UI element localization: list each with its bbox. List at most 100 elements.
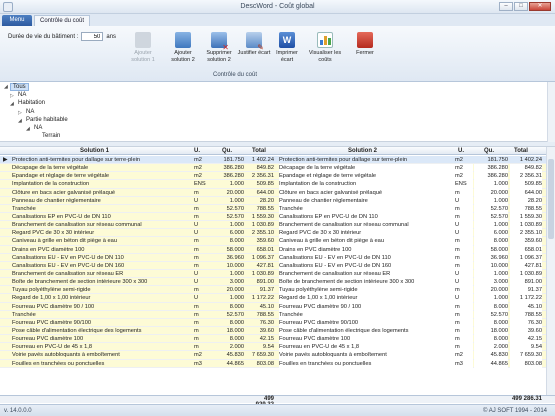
unit-2-cell[interactable]: m: [455, 326, 473, 336]
qty-2-cell[interactable]: 44.865: [474, 359, 508, 368]
solution-1-cell[interactable]: Fourreau en PVC-U de 45 x 1,8: [12, 343, 192, 351]
solution-1-cell[interactable]: Pose câble d'alimentation électrique des…: [12, 327, 192, 335]
total-1-cell[interactable]: 1 402.24: [246, 156, 274, 164]
header-solution-1[interactable]: Solution 1: [80, 148, 109, 154]
qty-2-cell[interactable]: 1.000: [474, 269, 508, 279]
solution-2-cell[interactable]: Fourreau en PVC-U de 45 x 1,8: [279, 343, 455, 352]
solution-1-cell[interactable]: Panneau de chantier réglementaire: [12, 197, 192, 205]
table-row[interactable]: Fourreau en PVC-U de 45 x 1,8 m 2.000 9.54 F…: [0, 343, 555, 352]
qty-2-cell[interactable]: 52.570: [474, 212, 508, 222]
solution-1-cell[interactable]: Implantation de la construction: [12, 180, 192, 188]
total-2-cell[interactable]: 803.08: [510, 359, 542, 368]
qty-1-cell[interactable]: 1.000: [212, 197, 244, 205]
qty-1-cell[interactable]: 18.000: [212, 327, 244, 335]
unit-1-cell[interactable]: U: [194, 197, 210, 205]
unit-2-cell[interactable]: ENS: [455, 180, 473, 189]
qty-1-cell[interactable]: 386.280: [212, 172, 244, 180]
qty-1-cell[interactable]: 3.000: [212, 278, 244, 286]
total-2-cell[interactable]: 788.55: [510, 204, 542, 213]
solution-2-cell[interactable]: Canalisations EU - EV en PVC-U de DN 160: [279, 261, 455, 270]
unit-2-cell[interactable]: m: [455, 253, 473, 262]
collapse-icon[interactable]: ◢: [10, 101, 14, 107]
total-1-cell[interactable]: 359.60: [246, 237, 274, 245]
solution-1-cell[interactable]: Epandage et réglage de terre végétale: [12, 172, 192, 180]
tree-node-habitation[interactable]: Habitation: [18, 100, 45, 106]
total-1-cell[interactable]: 42.15: [246, 335, 274, 343]
unit-2-cell[interactable]: m: [455, 318, 473, 327]
total-1-cell[interactable]: 1 096.37: [246, 254, 274, 262]
qty-2-cell[interactable]: 20.000: [474, 286, 508, 295]
table-row[interactable]: Fourreau PVC diamètre 90/100 m 8.000 76.30 F…: [0, 318, 555, 327]
unit-2-cell[interactable]: m: [455, 343, 473, 352]
unit-2-cell[interactable]: U: [455, 278, 473, 287]
qty-1-cell[interactable]: 20.000: [212, 189, 244, 197]
unit-1-cell[interactable]: m: [194, 303, 210, 311]
unit-2-cell[interactable]: m: [455, 204, 473, 213]
total-2-cell[interactable]: 2 356.31: [510, 172, 542, 181]
total-2-cell[interactable]: 45.10: [510, 302, 542, 311]
total-1-cell[interactable]: 91.37: [246, 286, 274, 294]
total-2-cell[interactable]: 1 402.24: [510, 156, 542, 164]
solution-1-cell[interactable]: Canalisations EU - EV en PVC-U de DN 160: [12, 262, 192, 270]
table-row[interactable]: Décapage de la terre végétale m2 386.280 84…: [0, 164, 555, 173]
total-2-cell[interactable]: 891.00: [510, 278, 542, 287]
qty-2-cell[interactable]: 6.000: [474, 229, 508, 238]
table-row[interactable]: Implantation de la construction ENS 1.000 5…: [0, 180, 555, 189]
unit-2-cell[interactable]: m2: [455, 156, 473, 164]
table-row[interactable]: Caniveau à grille en béton dit piège à e…: [0, 237, 555, 246]
table-row[interactable]: Canalisations EU - EV en PVC-U de DN 160…: [0, 261, 555, 270]
total-2-cell[interactable]: 1 030.89: [510, 269, 542, 279]
total-1-cell[interactable]: 2 356.31: [246, 172, 274, 180]
delete-solution-2-button[interactable]: Supprimer solution 2: [202, 32, 236, 70]
total-1-cell[interactable]: 76.30: [246, 319, 274, 327]
tree-node-terrain[interactable]: Terrain: [42, 133, 60, 139]
view-costs-button[interactable]: Visualiser les coûts: [308, 32, 342, 70]
qty-2-cell[interactable]: 45.830: [474, 351, 508, 360]
qty-1-cell[interactable]: 45.830: [212, 351, 244, 359]
tree-node-na-3[interactable]: NA: [34, 125, 42, 131]
maximize-button[interactable]: □: [514, 2, 528, 11]
qty-1-cell[interactable]: 1.000: [212, 270, 244, 278]
qty-2-cell[interactable]: 58.000: [474, 245, 508, 254]
qty-2-cell[interactable]: 8.000: [474, 302, 508, 311]
unit-2-cell[interactable]: m: [455, 188, 473, 197]
solution-1-cell[interactable]: Fourreau PVC diamètre 90 / 100: [12, 303, 192, 311]
unit-1-cell[interactable]: m: [194, 335, 210, 343]
add-solution-2-button[interactable]: Ajouter solution 2: [166, 32, 200, 70]
table-row[interactable]: Clôture en bacs acier galvanisé prélaqué…: [0, 188, 555, 197]
unit-1-cell[interactable]: m: [194, 213, 210, 221]
unit-1-cell[interactable]: U: [194, 294, 210, 302]
unit-2-cell[interactable]: m2: [455, 164, 473, 173]
unit-1-cell[interactable]: m2: [194, 156, 210, 164]
solution-1-cell[interactable]: Tuyau polyéthylène semi-rigide: [12, 286, 192, 294]
unit-1-cell[interactable]: m: [194, 262, 210, 270]
unit-2-cell[interactable]: m: [455, 286, 473, 295]
header-qty-2[interactable]: Qu.: [484, 148, 494, 154]
header-unit-1[interactable]: U.: [194, 148, 200, 154]
collapse-icon[interactable]: ◢: [18, 118, 22, 124]
qty-2-cell[interactable]: 1.000: [474, 221, 508, 230]
solution-1-cell[interactable]: Fourreau PVC diamètre 100: [12, 335, 192, 343]
total-2-cell[interactable]: 39.60: [510, 326, 542, 336]
table-row[interactable]: Regard de 1,00 x 1,00 intérieur U 1.000 1 1…: [0, 294, 555, 303]
qty-1-cell[interactable]: 8.000: [212, 303, 244, 311]
total-1-cell[interactable]: 658.01: [246, 246, 274, 254]
solution-2-cell[interactable]: Décapage de la terre végétale: [279, 164, 455, 173]
solution-1-cell[interactable]: Regard PVC de 30 x 30 intérieur: [12, 229, 192, 237]
expand-icon[interactable]: ▷: [18, 110, 22, 116]
solution-1-cell[interactable]: Tranchée: [12, 311, 192, 319]
solution-2-cell[interactable]: Caniveau à grille en béton dit piège à e…: [279, 237, 455, 246]
qty-1-cell[interactable]: 8.000: [212, 237, 244, 245]
solution-2-cell[interactable]: Protection anti-termites pour dallage su…: [279, 156, 455, 164]
qty-2-cell[interactable]: 3.000: [474, 278, 508, 287]
table-row[interactable]: Regard PVC de 30 x 30 intérieur U 6.000 2 3…: [0, 229, 555, 238]
unit-1-cell[interactable]: m2: [194, 164, 210, 172]
solution-1-cell[interactable]: Décapage de la terre végétale: [12, 164, 192, 172]
total-2-cell[interactable]: 76.30: [510, 318, 542, 327]
total-2-cell[interactable]: 359.60: [510, 237, 542, 246]
table-row[interactable]: Epandage et réglage de terre végétale m2 3…: [0, 172, 555, 181]
table-row[interactable]: Tranchée m 52.570 788.55 Tranchée m 52.570 788.…: [0, 204, 555, 213]
header-qty-1[interactable]: Qu.: [222, 148, 232, 154]
total-2-cell[interactable]: 7 659.30: [510, 351, 542, 360]
solution-2-cell[interactable]: Fourreau PVC diamètre 90/100: [279, 318, 455, 327]
